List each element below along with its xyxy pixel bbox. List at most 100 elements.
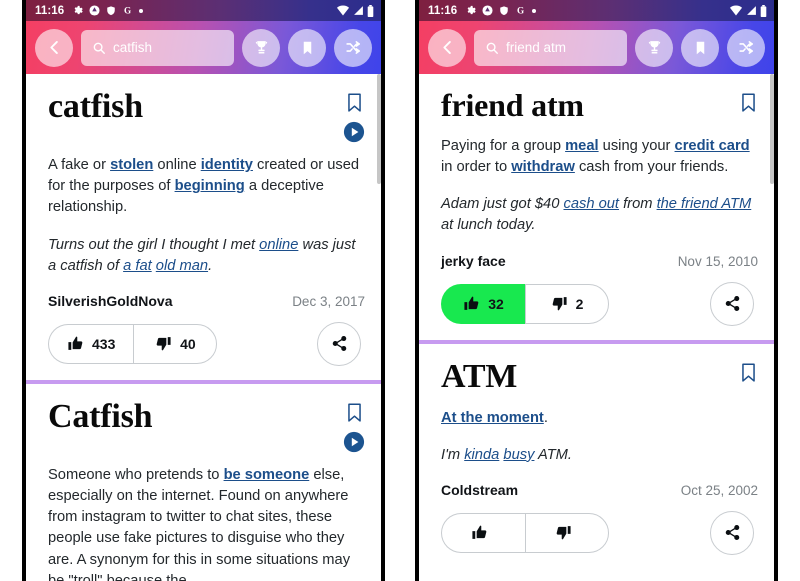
definition-word[interactable]: Catfish	[48, 398, 153, 436]
definition-header: Catfish	[48, 398, 365, 453]
definition-link[interactable]: meal	[565, 138, 598, 154]
definition-link[interactable]: stolen	[110, 157, 153, 173]
trophy-button[interactable]	[635, 28, 673, 67]
vertical-scrollbar[interactable]	[377, 74, 381, 184]
definition-header: friend atm	[441, 87, 758, 124]
definition-link[interactable]: old man	[156, 258, 208, 274]
definition-word[interactable]: ATM	[441, 358, 517, 396]
upvote-button[interactable]: 32	[441, 283, 525, 324]
share-icon	[724, 524, 741, 541]
phone-screen-1: 11:16 Gcatfish catfish A fake or stolen onl…	[22, 0, 385, 581]
definition-author[interactable]: SilverishGoldNova	[48, 293, 172, 309]
definition-word[interactable]: catfish	[48, 88, 143, 126]
definition-link[interactable]: cash out	[563, 196, 619, 212]
downvote-count: 2	[575, 295, 584, 312]
definition-card: catfish A fake or stolen online identity …	[26, 74, 381, 366]
definition-link[interactable]: the friend ATM	[657, 196, 752, 212]
bookmark-outline-icon[interactable]	[739, 362, 758, 384]
definition-link[interactable]: credit card	[675, 138, 750, 154]
definition-actions: 32 2	[441, 281, 758, 326]
search-input-value: catfish	[113, 40, 153, 55]
search-input[interactable]: friend atm	[474, 29, 627, 66]
bookmark-button[interactable]	[681, 28, 719, 67]
share-button[interactable]	[710, 281, 754, 326]
status-clock: 11:16	[35, 4, 65, 17]
definition-text: Paying for a group	[441, 137, 566, 154]
play-circle-icon[interactable]	[343, 431, 365, 453]
definition-header: catfish	[48, 88, 365, 143]
definition-header-actions	[739, 358, 758, 384]
share-button[interactable]	[317, 321, 361, 366]
definition-text: at lunch today.	[441, 217, 536, 234]
definition-example: Adam just got $40 cash out from the frie…	[441, 194, 758, 236]
search-input[interactable]: catfish	[81, 29, 234, 66]
definition-header-actions	[343, 398, 365, 453]
upvote-button[interactable]: 433	[48, 323, 134, 364]
definition-date: Oct 25, 2002	[680, 482, 758, 498]
definition-text: from	[619, 196, 657, 213]
cellular-signal-icon	[353, 5, 364, 16]
vote-group	[441, 512, 609, 553]
wifi-icon	[336, 5, 350, 16]
shuffle-button[interactable]	[334, 28, 372, 67]
battery-icon	[760, 4, 767, 17]
definition-link[interactable]: a fat	[123, 258, 152, 274]
definition-date: Nov 15, 2010	[677, 253, 758, 269]
phone-screen-2: 11:16 Gfriend atm friend atm Paying for a g…	[415, 0, 778, 581]
back-button[interactable]	[428, 28, 466, 67]
definition-link[interactable]: be someone	[224, 467, 310, 483]
shuffle-icon	[738, 39, 755, 56]
downvote-count: 40	[180, 335, 196, 352]
definition-link[interactable]: beginning	[175, 178, 245, 194]
vote-group: 32 2	[441, 283, 609, 324]
shuffle-button[interactable]	[727, 28, 765, 67]
bookmark-outline-icon[interactable]	[739, 92, 758, 114]
definition-text: Turns out the girl I thought I met	[48, 236, 260, 253]
bookmark-outline-icon[interactable]	[345, 92, 364, 114]
definition-byline: jerky face Nov 15, 2010	[441, 253, 758, 269]
definition-meaning: Paying for a group meal using your credi…	[441, 136, 758, 178]
bookmark-icon	[300, 40, 315, 56]
share-button[interactable]	[710, 510, 754, 555]
status-notification-icons: G	[72, 5, 144, 16]
definition-text: .	[208, 257, 213, 274]
app-header: friend atm	[419, 21, 774, 74]
trophy-button[interactable]	[242, 28, 280, 67]
definition-link[interactable]: busy	[503, 447, 534, 463]
svg-text:G: G	[517, 6, 524, 16]
definition-text: cash from your friends.	[574, 159, 729, 175]
bookmark-outline-icon[interactable]	[345, 402, 364, 424]
downvote-button[interactable]: 40	[133, 323, 218, 364]
definition-text: ATM.	[534, 446, 572, 463]
definition-link[interactable]: online	[259, 237, 298, 253]
definition-link[interactable]: withdraw	[511, 159, 575, 175]
thumbs-up-icon	[471, 524, 488, 541]
definition-link[interactable]: At the moment	[441, 410, 544, 426]
bookmark-button[interactable]	[288, 28, 326, 67]
definition-word[interactable]: friend atm	[441, 87, 584, 124]
definition-link[interactable]: identity	[201, 157, 253, 173]
definition-date: Dec 3, 2017	[292, 293, 365, 309]
dot-icon	[139, 8, 144, 13]
play-circle-icon[interactable]	[343, 121, 365, 143]
definition-author[interactable]: jerky face	[441, 253, 506, 269]
definition-header: ATM	[441, 358, 758, 396]
definition-link[interactable]: kinda	[464, 447, 499, 463]
app-header: catfish	[26, 21, 381, 74]
search-icon	[92, 41, 106, 55]
thumbs-up-icon	[67, 335, 84, 352]
upvote-button[interactable]	[441, 512, 525, 553]
definition-example: Turns out the girl I thought I met onlin…	[48, 235, 365, 277]
definition-list[interactable]: friend atm Paying for a group meal using …	[419, 74, 774, 581]
wifi-icon	[729, 5, 743, 16]
chevron-left-icon	[45, 38, 64, 57]
downvote-button[interactable]	[525, 512, 609, 553]
definition-list[interactable]: catfish A fake or stolen online identity …	[26, 74, 381, 581]
trophy-icon	[253, 39, 270, 56]
thumbs-down-icon	[551, 295, 568, 312]
back-button[interactable]	[35, 28, 73, 67]
definition-author[interactable]: Coldstream	[441, 482, 518, 498]
vertical-scrollbar[interactable]	[770, 74, 774, 184]
downvote-button[interactable]: 2	[525, 283, 609, 324]
trophy-icon	[646, 39, 663, 56]
